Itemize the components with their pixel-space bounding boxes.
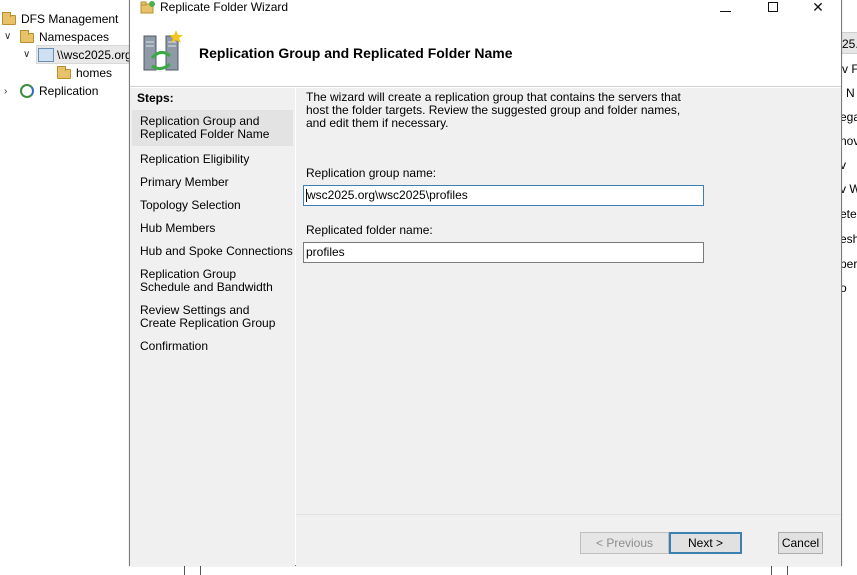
group-name-label: Replication group name: bbox=[306, 166, 437, 180]
maximize-icon bbox=[768, 2, 778, 12]
close-icon: ✕ bbox=[812, 0, 824, 15]
minimize-icon bbox=[719, 11, 731, 12]
replicated-folder-name-input[interactable]: profiles bbox=[303, 242, 704, 263]
actions-item[interactable]: v W bbox=[840, 182, 857, 196]
tree-item-label: Namespaces bbox=[39, 29, 110, 44]
actions-item[interactable]: N bbox=[846, 86, 855, 100]
chevron-down-icon[interactable]: ∨ bbox=[23, 49, 30, 60]
dfs-management-icon bbox=[2, 11, 18, 26]
step-confirmation[interactable]: Confirmation bbox=[132, 340, 293, 353]
step-hub-members[interactable]: Hub Members bbox=[132, 222, 293, 235]
step-replication-eligibility[interactable]: Replication Eligibility bbox=[132, 153, 293, 166]
intro-text: The wizard will create a replication gro… bbox=[306, 90, 681, 130]
step-hub-and-spoke-connections[interactable]: Hub and Spoke Connections bbox=[132, 245, 293, 258]
group-name-value: wsc2025.org\wsc2025\profiles bbox=[307, 188, 468, 202]
tree-item-homes[interactable]: homes bbox=[57, 63, 112, 81]
minimize-button[interactable] bbox=[702, 0, 748, 17]
replication-icon bbox=[20, 83, 36, 98]
steps-panel: Steps: Replication Group and Replicated … bbox=[130, 88, 295, 566]
namespaces-icon bbox=[20, 29, 36, 44]
wizard-content: The wizard will create a replication gro… bbox=[296, 88, 841, 566]
window-title: Replicate Folder Wizard bbox=[160, 0, 289, 14]
replicate-folder-wizard: Replicate Folder Wizard ✕ Replication Gr… bbox=[129, 0, 842, 566]
tree-item-namespace-root[interactable]: \\wsc2025.org bbox=[38, 45, 132, 63]
tree-item-label: DFS Management bbox=[21, 11, 119, 26]
cancel-button[interactable]: Cancel bbox=[778, 532, 823, 554]
tree-item-namespaces[interactable]: Namespaces bbox=[20, 27, 109, 45]
folder-icon bbox=[57, 65, 73, 80]
divider bbox=[200, 566, 201, 575]
content-area: The wizard will create a replication gro… bbox=[296, 88, 841, 514]
step-primary-member[interactable]: Primary Member bbox=[132, 176, 293, 189]
replication-wizard-icon bbox=[138, 28, 186, 76]
tree-item-dfs-management[interactable]: DFS Management bbox=[2, 9, 118, 27]
tree-item-label: \\wsc2025.org bbox=[57, 47, 132, 62]
step-topology-selection[interactable]: Topology Selection bbox=[132, 199, 293, 212]
tree-item-label: homes bbox=[76, 65, 113, 80]
actions-item[interactable]: ete bbox=[840, 207, 857, 221]
folder-name-value: profiles bbox=[306, 245, 345, 259]
step-review-settings[interactable]: Review Settings and Create Replication G… bbox=[132, 304, 282, 330]
actions-item[interactable]: esh bbox=[840, 232, 857, 246]
chevron-down-icon[interactable]: ∨ bbox=[4, 31, 11, 42]
maximize-button[interactable] bbox=[750, 0, 796, 17]
tree-item-replication[interactable]: Replication bbox=[20, 81, 98, 99]
chevron-right-icon[interactable]: › bbox=[4, 86, 7, 97]
wizard-header: Replication Group and Replicated Folder … bbox=[130, 17, 841, 87]
page-title: Replication Group and Replicated Folder … bbox=[199, 45, 513, 61]
actions-item[interactable]: 25.c bbox=[842, 37, 857, 51]
previous-button[interactable]: < Previous bbox=[580, 532, 669, 554]
step-schedule-and-bandwidth[interactable]: Replication Group Schedule and Bandwidth bbox=[132, 268, 282, 294]
namespace-server-icon bbox=[38, 47, 54, 62]
wizard-app-icon bbox=[140, 0, 156, 14]
steps-heading: Steps: bbox=[137, 91, 174, 105]
actions-item[interactable]: nov bbox=[840, 134, 857, 148]
replication-group-name-input[interactable]: wsc2025.org\wsc2025\profiles bbox=[303, 185, 704, 206]
actions-item[interactable]: ega bbox=[840, 110, 857, 124]
divider bbox=[184, 566, 185, 575]
divider bbox=[787, 566, 788, 575]
tree-item-label: Replication bbox=[39, 83, 99, 98]
next-button[interactable]: Next > bbox=[669, 532, 742, 554]
actions-item[interactable]: v Fo bbox=[842, 62, 857, 76]
title-bar[interactable]: Replicate Folder Wizard ✕ bbox=[130, 0, 841, 17]
actions-item[interactable]: per bbox=[840, 257, 857, 271]
button-bar: < Previous Next > Cancel bbox=[296, 514, 841, 566]
step-replication-group-name[interactable]: Replication Group and Replicated Folder … bbox=[132, 110, 293, 146]
close-button[interactable]: ✕ bbox=[795, 0, 841, 17]
folder-name-label: Replicated folder name: bbox=[306, 223, 433, 237]
console-tree: DFS Management ∨ Namespaces ∨ \\wsc2025.… bbox=[0, 0, 132, 575]
actions-pane: 25.c v Fo N ega nov v v W ete esh per o bbox=[840, 0, 857, 575]
divider bbox=[771, 566, 772, 575]
